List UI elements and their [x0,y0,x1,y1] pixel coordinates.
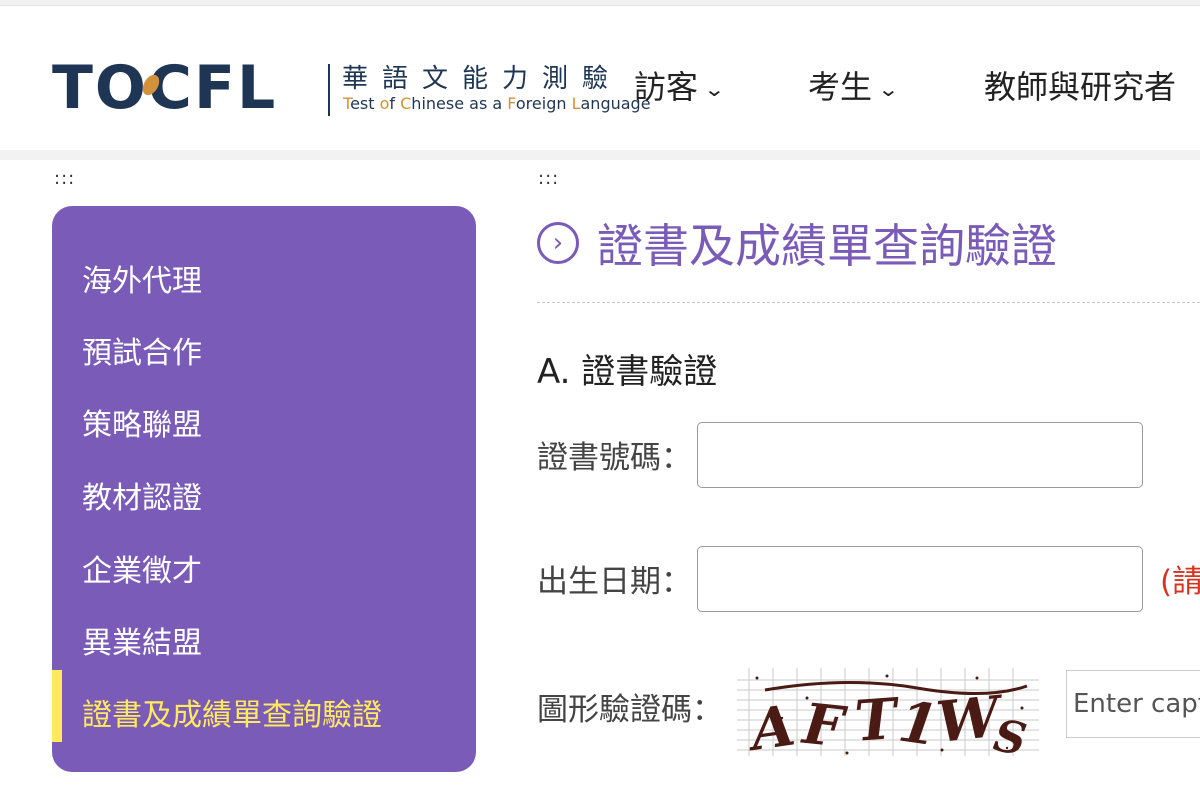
svg-text:A: A [742,692,799,756]
chevron-down-icon: ⌄ [703,77,726,101]
captcha-label: 圖形驗證碼： [537,692,723,728]
birth-date-hint: (請 [1160,564,1200,600]
sidebar-item-pretest-cooperation[interactable]: 預試合作 [82,328,202,372]
active-indicator [52,670,62,742]
logo-chinese-name: 華語文能力測驗 [342,64,623,94]
svg-text:F: F [798,691,851,756]
logo-divider [328,64,330,116]
section-heading-certificate-verification: A. 證書驗證 [537,352,718,392]
sidebar-item-corporate-recruitment[interactable]: 企業徵才 [82,546,202,590]
chevron-right-circle-icon: › [537,222,579,264]
sidebar-item-overseas-agents[interactable]: 海外代理 [82,256,202,300]
title-divider [537,302,1200,303]
logo-mark: TOCFL [52,53,278,123]
nav-item-examinees[interactable]: 考生 ⌄ [808,62,900,108]
sidebar-item-cross-industry-alliance[interactable]: 異業結盟 [82,618,202,662]
birth-date-label: 出生日期： [537,564,692,600]
captcha-image: A F T 1 W S [737,668,1039,756]
sidebar-item-textbook-certification[interactable]: 教材認證 [82,473,202,517]
captcha-input[interactable]: Enter captcha [1066,670,1200,738]
birth-date-input[interactable] [697,546,1143,612]
cert-number-input[interactable] [697,422,1143,488]
captcha-noise-graphic: A F T 1 W S [737,668,1039,756]
accesskey-sidebar[interactable]: ::: [54,168,75,189]
site-header: TOCFL 華語文能力測驗 Test of Chinese as a Forei… [0,6,1200,150]
nav-item-teachers-researchers[interactable]: 教師與研究者 [984,62,1176,108]
sidebar-menu: 海外代理 預試合作 策略聯盟 教材認證 企業徵才 異業結盟 證書及成績單查詢驗證 [52,206,476,772]
chevron-down-icon: ⌄ [877,77,900,101]
cert-number-label: 證書號碼： [537,440,692,476]
sidebar-item-certificate-verification[interactable]: 證書及成績單查詢驗證 [82,690,382,734]
accesskey-main[interactable]: ::: [538,168,559,189]
logo-english-name: Test of Chinese as a Foreign Language [343,94,651,113]
page-title: › 證書及成績單查詢驗證 [537,210,1057,276]
header-shadow [0,150,1200,160]
nav-item-visitors[interactable]: 訪客 ⌄ [634,62,726,108]
sidebar-item-strategic-alliance[interactable]: 策略聯盟 [82,400,202,444]
